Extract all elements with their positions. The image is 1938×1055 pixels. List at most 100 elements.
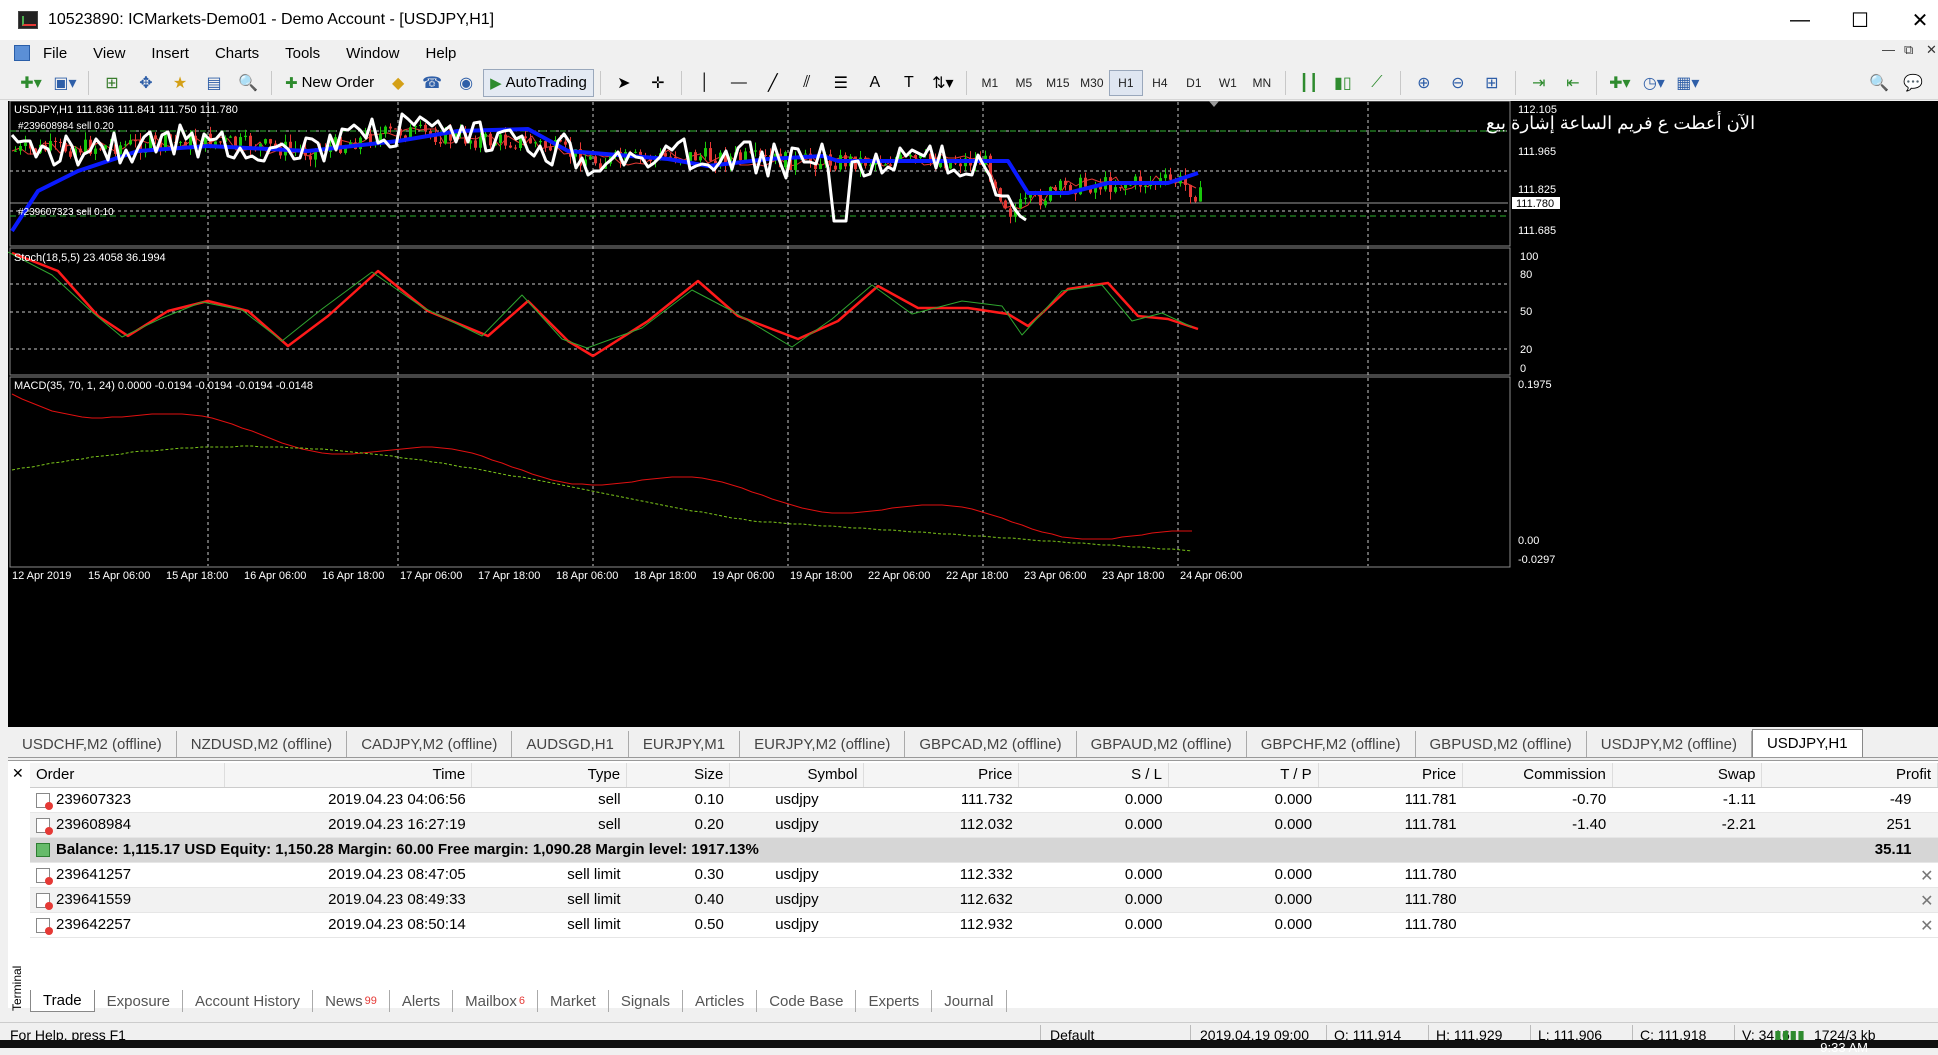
- col-time[interactable]: Time: [224, 763, 473, 788]
- timeframe-m5[interactable]: M5: [1007, 76, 1041, 90]
- timeframe-m30[interactable]: M30: [1075, 76, 1109, 90]
- chart-canvas[interactable]: USDJPY,H1 111.836 111.841 111.750 111.78…: [8, 101, 1938, 727]
- trendline-icon[interactable]: ╱: [760, 70, 786, 96]
- cursor-icon[interactable]: ➤: [611, 70, 637, 96]
- terminal-tab-exposure[interactable]: Exposure: [95, 990, 184, 1012]
- chart-tab[interactable]: USDJPY,M2 (offline): [1587, 731, 1752, 757]
- menu-help[interactable]: Help: [413, 45, 470, 62]
- col-swap[interactable]: Swap: [1612, 763, 1763, 788]
- mdi-minimize-icon[interactable]: —: [1882, 42, 1895, 57]
- arrows-icon[interactable]: ⇅▾: [930, 70, 956, 96]
- navigator-icon[interactable]: ★: [167, 70, 193, 96]
- search-icon[interactable]: 🔍: [1866, 70, 1892, 96]
- col-profit[interactable]: Profit: [1761, 763, 1938, 788]
- col-order[interactable]: Order: [30, 763, 225, 788]
- pending-order-row[interactable]: 239641559 2019.04.23 08:49:33 sell limit 0.…: [30, 887, 1938, 913]
- text-icon[interactable]: A: [862, 70, 888, 96]
- terminal-tab-alerts[interactable]: Alerts: [390, 990, 454, 1012]
- terminal-tab-journal[interactable]: Journal: [932, 990, 1007, 1012]
- pending-order-row[interactable]: 239641257 2019.04.23 08:47:05 sell limit 0.…: [30, 862, 1938, 888]
- horizontal-line-icon[interactable]: —: [726, 70, 752, 96]
- terminal-tab-signals[interactable]: Signals: [609, 990, 684, 1012]
- zoom-out-icon[interactable]: ⊖: [1445, 70, 1471, 96]
- signals-icon[interactable]: ☎: [419, 70, 445, 96]
- close-button[interactable]: ✕: [1890, 0, 1938, 40]
- close-order-icon[interactable]: ✕: [1920, 891, 1933, 911]
- minimize-button[interactable]: —: [1770, 0, 1830, 40]
- mdi-restore-icon[interactable]: ⧉: [1904, 42, 1913, 58]
- chart-tab-active[interactable]: USDJPY,H1: [1751, 729, 1863, 757]
- vertical-line-icon[interactable]: │: [692, 70, 718, 96]
- col-price[interactable]: Price: [863, 763, 1020, 788]
- crosshair-icon[interactable]: ✛: [645, 70, 671, 96]
- menu-tools[interactable]: Tools: [272, 45, 333, 62]
- col-commission[interactable]: Commission: [1462, 763, 1613, 788]
- timeframe-m15[interactable]: M15: [1041, 76, 1075, 90]
- menu-charts[interactable]: Charts: [202, 45, 272, 62]
- chart-window[interactable]: USDJPY,H1 111.836 111.841 111.750 111.78…: [8, 101, 1938, 727]
- profiles-icon[interactable]: ▣▾: [52, 70, 78, 96]
- new-order-button[interactable]: ✚ New Order: [278, 69, 381, 97]
- chart-tab[interactable]: AUDSGD,H1: [512, 731, 629, 757]
- trade-row[interactable]: 239608984 2019.04.23 16:27:19 sell 0.20 usdj…: [30, 812, 1938, 838]
- terminal-icon[interactable]: ▤: [201, 70, 227, 96]
- chart-tab[interactable]: GBPCHF,M2 (offline): [1247, 731, 1416, 757]
- chart-tab[interactable]: CADJPY,M2 (offline): [347, 731, 513, 757]
- autotrading-button[interactable]: ▶ AutoTrading: [483, 68, 594, 97]
- timeframe-d1[interactable]: D1: [1177, 76, 1211, 90]
- chart-tab[interactable]: NZDUSD,M2 (offline): [177, 731, 348, 757]
- menu-window[interactable]: Window: [333, 45, 412, 62]
- autoscroll-icon[interactable]: ⇥: [1526, 70, 1552, 96]
- close-order-icon[interactable]: ✕: [1920, 916, 1933, 936]
- chart-tab[interactable]: GBPAUD,M2 (offline): [1077, 731, 1247, 757]
- bar-chart-icon[interactable]: ┃┃: [1296, 70, 1322, 96]
- terminal-tab-account-history[interactable]: Account History: [183, 990, 314, 1012]
- col-type[interactable]: Type: [471, 763, 628, 788]
- terminal-tab-code-base[interactable]: Code Base: [757, 990, 857, 1012]
- mdi-close-icon[interactable]: ✕: [1926, 42, 1937, 58]
- chart-tab[interactable]: EURJPY,M2 (offline): [740, 731, 906, 757]
- pending-order-row[interactable]: 239642257 2019.04.23 08:50:14 sell limit 0.…: [30, 912, 1938, 938]
- line-chart-icon[interactable]: ⟋: [1364, 70, 1390, 96]
- trade-row[interactable]: 239607323 2019.04.23 04:06:56 sell 0.10 usdj…: [30, 787, 1938, 813]
- terminal-tab-articles[interactable]: Articles: [683, 990, 758, 1012]
- timeframe-h4[interactable]: H4: [1143, 76, 1177, 90]
- menu-file[interactable]: File: [30, 45, 80, 62]
- chart-tab[interactable]: USDCHF,M2 (offline): [8, 731, 177, 757]
- strategy-tester-icon[interactable]: 🔍: [235, 70, 261, 96]
- chat-icon[interactable]: 💬: [1900, 70, 1926, 96]
- vps-icon[interactable]: ◉: [453, 70, 479, 96]
- close-order-icon[interactable]: ✕: [1920, 866, 1933, 886]
- terminal-tab-trade[interactable]: Trade: [30, 990, 95, 1012]
- col-tp[interactable]: T / P: [1168, 763, 1319, 788]
- terminal-tab-news[interactable]: News 99: [313, 990, 390, 1012]
- col-sl[interactable]: S / L: [1018, 763, 1169, 788]
- timeframe-m1[interactable]: M1: [973, 76, 1007, 90]
- chart-shift-icon[interactable]: ⇤: [1560, 70, 1586, 96]
- timeframe-w1[interactable]: W1: [1211, 76, 1245, 90]
- menu-insert[interactable]: Insert: [138, 45, 202, 62]
- periods-icon[interactable]: ◷▾: [1641, 70, 1667, 96]
- chart-window-icon[interactable]: [14, 45, 30, 61]
- fibonacci-icon[interactable]: ☰: [828, 70, 854, 96]
- col-current-price[interactable]: Price: [1318, 763, 1464, 788]
- chart-tab[interactable]: GBPUSD,M2 (offline): [1416, 731, 1587, 757]
- timeframe-mn[interactable]: MN: [1245, 76, 1279, 90]
- market-watch-icon[interactable]: ⊞: [99, 70, 125, 96]
- zoom-in-icon[interactable]: ⊕: [1411, 70, 1437, 96]
- chart-tab[interactable]: EURJPY,M1: [629, 731, 741, 757]
- terminal-close-button[interactable]: ✕: [12, 765, 24, 782]
- new-chart-icon[interactable]: ✚▾: [18, 70, 44, 96]
- menu-view[interactable]: View: [80, 45, 138, 62]
- equidistant-channel-icon[interactable]: ⫽: [794, 70, 820, 96]
- metaeditor-icon[interactable]: ◆: [385, 70, 411, 96]
- candlestick-icon[interactable]: ▮▯: [1330, 70, 1356, 96]
- templates-icon[interactable]: ▦▾: [1675, 70, 1701, 96]
- chart-tab[interactable]: GBPCAD,M2 (offline): [905, 731, 1077, 757]
- tile-windows-icon[interactable]: ⊞: [1479, 70, 1505, 96]
- indicators-icon[interactable]: ✚▾: [1607, 70, 1633, 96]
- terminal-tab-mailbox[interactable]: Mailbox 6: [453, 990, 538, 1012]
- timeframe-h1[interactable]: H1: [1108, 69, 1143, 96]
- col-symbol[interactable]: Symbol: [729, 763, 865, 788]
- data-window-icon[interactable]: ✥: [133, 70, 159, 96]
